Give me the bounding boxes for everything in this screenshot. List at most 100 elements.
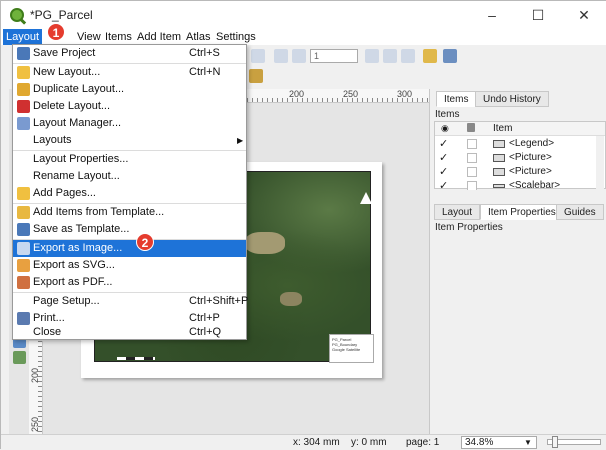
atlas-export-icon[interactable] <box>423 49 437 63</box>
menu-item-export-as-pdf[interactable]: Export as PDF... <box>13 274 246 291</box>
menu-item-label: Save Project <box>33 47 96 59</box>
menu-view[interactable]: View <box>74 29 104 45</box>
atlas-settings-icon[interactable] <box>443 49 457 63</box>
menu-item-rename-layout[interactable]: Rename Layout... <box>13 168 246 185</box>
atlas-preview-icon[interactable] <box>251 49 265 63</box>
menu-atlas[interactable]: Atlas <box>183 29 213 45</box>
menu-item-label: Rename Layout... <box>33 170 120 182</box>
next-feature-icon[interactable] <box>365 49 379 63</box>
map-scalebar <box>117 357 155 360</box>
minimize-button[interactable]: – <box>469 1 515 29</box>
menu-item-layouts[interactable]: Layouts ▶ <box>13 132 246 149</box>
lock-checkbox[interactable] <box>467 139 477 149</box>
items-title: Items <box>435 109 460 120</box>
menu-item-label: Add Items from Template... <box>33 206 165 218</box>
items-header: ◉ Item <box>435 122 605 136</box>
menu-item-new-layout[interactable]: New Layout... Ctrl+N <box>13 64 246 81</box>
export-svg-icon <box>17 259 30 272</box>
items-scrollbar[interactable] <box>596 136 604 190</box>
zoom-slider[interactable] <box>547 436 601 448</box>
menu-layout[interactable]: Layout <box>3 29 43 45</box>
menu-bar: Layout View Items Add Item Atlas Setting… <box>1 29 606 45</box>
visibility-eye-icon: ◉ <box>441 123 449 133</box>
maximize-button[interactable]: ☐ <box>515 1 561 29</box>
export-pdf-icon <box>17 276 30 289</box>
lock-checkbox[interactable] <box>467 167 477 177</box>
tab-guides[interactable]: Guides <box>556 204 604 220</box>
item-name: <Picture> <box>509 166 552 177</box>
delete-icon <box>17 100 30 113</box>
menu-item-close[interactable]: Close Ctrl+Q <box>13 324 246 341</box>
last-feature-icon[interactable] <box>383 49 397 63</box>
menu-item-layout-manager[interactable]: Layout Manager... <box>13 115 246 132</box>
menu-item-label: Delete Layout... <box>33 100 111 112</box>
menu-item-export-as-image[interactable]: Export as Image... <box>13 240 246 257</box>
atlas-toolbar: 1 <box>247 45 606 89</box>
pan-item-icon[interactable] <box>249 69 263 83</box>
first-feature-icon[interactable] <box>274 49 288 63</box>
menu-item-add-pages[interactable]: Add Pages... <box>13 185 246 202</box>
menu-item-page-setup[interactable]: Page Setup... Ctrl+Shift+P <box>13 293 249 310</box>
menu-item-label: Export as PDF... <box>33 276 113 288</box>
close-window-button[interactable]: ✕ <box>561 1 606 29</box>
visibility-checkbox[interactable]: ✓ <box>439 179 449 190</box>
menu-item-label: Export as Image... <box>33 242 123 254</box>
export-image-icon <box>17 242 30 255</box>
table-row[interactable]: ✓ <Picture> <box>435 151 605 165</box>
zoom-combo[interactable]: 34.8% ▼ <box>461 436 537 449</box>
menu-item-label: Save as Template... <box>33 223 130 235</box>
visibility-checkbox[interactable]: ✓ <box>439 165 449 179</box>
menu-item-layout-properties[interactable]: Layout Properties... <box>13 151 246 168</box>
add-map-icon[interactable] <box>13 351 26 364</box>
visibility-checkbox[interactable]: ✓ <box>439 151 449 165</box>
menu-item-label: Duplicate Layout... <box>33 83 125 95</box>
menu-item-duplicate-layout[interactable]: Duplicate Layout... <box>13 81 246 98</box>
status-bar: x: 304 mm y: 0 mm page: 1 34.8% ▼ <box>1 434 606 450</box>
atlas-page-spin[interactable]: 1 <box>310 49 358 63</box>
scalebar-icon <box>493 184 505 188</box>
ruler-ticks <box>247 98 429 102</box>
tab-layout[interactable]: Layout <box>434 204 481 220</box>
menu-add-item[interactable]: Add Item <box>134 29 184 45</box>
items-table: ◉ Item ✓ <Legend> ✓ <Picture> ✓ <Picture… <box>434 121 606 190</box>
tab-undo-history[interactable]: Undo History <box>475 91 549 107</box>
visibility-checkbox[interactable]: ✓ <box>439 137 449 151</box>
layout-manager-icon <box>17 117 30 130</box>
legend-icon <box>493 140 505 148</box>
menu-item-shortcut: Ctrl+Shift+P <box>189 295 249 307</box>
lock-header-icon <box>467 123 475 132</box>
ruler-ticks <box>38 341 42 434</box>
menu-item-delete-layout[interactable]: Delete Layout... <box>13 98 246 115</box>
menu-items[interactable]: Items <box>102 29 135 45</box>
lock-checkbox[interactable] <box>467 181 477 190</box>
layout-menu-dropdown: Save Project Ctrl+S New Layout... Ctrl+N… <box>12 44 249 341</box>
menu-item-export-as-svg[interactable]: Export as SVG... <box>13 257 246 274</box>
item-properties-title: Item Properties <box>435 222 503 233</box>
table-row[interactable]: ✓ <Legend> <box>435 137 605 151</box>
menu-item-save-project[interactable]: Save Project Ctrl+S <box>13 45 246 62</box>
map-legend: PG_Parcel PG_Boundary Google Satellite <box>329 334 374 363</box>
item-name: <Picture> <box>509 152 552 163</box>
atlas-print-icon[interactable] <box>401 49 415 63</box>
horizontal-ruler: 200 250 300 <box>247 89 429 103</box>
north-arrow-icon <box>360 192 372 204</box>
menu-item-shortcut: Ctrl+N <box>189 66 221 78</box>
duplicate-icon <box>17 83 30 96</box>
table-row[interactable]: ✓ <Scalebar> <box>435 179 605 190</box>
map-clearing <box>245 232 285 254</box>
new-layout-icon <box>17 66 30 79</box>
tab-item-properties[interactable]: Item Properties <box>480 204 564 220</box>
menu-item-add-items-from-template[interactable]: Add Items from Template... <box>13 204 246 221</box>
chevron-down-icon[interactable]: ▼ <box>524 437 532 448</box>
qgis-icon <box>10 8 24 22</box>
lock-checkbox[interactable] <box>467 153 477 163</box>
menu-item-save-as-template[interactable]: Save as Template... <box>13 221 246 238</box>
save-template-icon <box>17 223 30 236</box>
previous-feature-icon[interactable] <box>292 49 306 63</box>
zoom-slider-handle[interactable] <box>552 436 558 448</box>
picture-icon <box>493 168 505 176</box>
tab-items[interactable]: Items <box>436 91 477 107</box>
menu-settings[interactable]: Settings <box>213 29 259 45</box>
table-row[interactable]: ✓ <Picture> <box>435 165 605 179</box>
item-name: <Scalebar> <box>509 180 561 190</box>
